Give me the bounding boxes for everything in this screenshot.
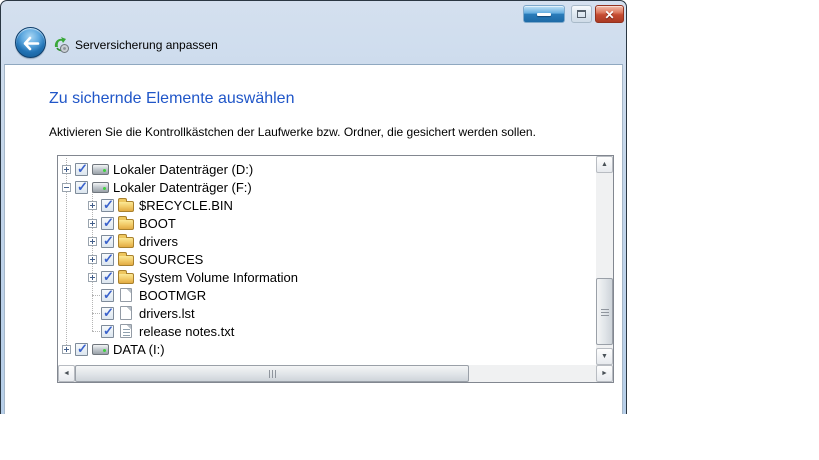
tree-item-label: BOOTMGR [139, 287, 207, 303]
tree-row[interactable]: drivers.lst [58, 304, 578, 322]
tree-row[interactable]: BOOTMGR [58, 286, 578, 304]
tree-row[interactable]: release notes.txt [58, 322, 578, 340]
tree-row[interactable]: drivers [58, 232, 578, 250]
wizard-page: Zu sichernde Elemente auswählen Aktivier… [4, 64, 623, 414]
close-icon: ✕ [604, 8, 615, 22]
tree-row[interactable]: SOURCES [58, 250, 578, 268]
checkbox-checked[interactable] [101, 197, 114, 213]
restore-button[interactable] [571, 5, 592, 23]
arrow-up-icon: ▲ [601, 161, 608, 168]
server-backup-app-icon [54, 37, 69, 53]
folder-icon [118, 216, 134, 230]
expand-plus-icon[interactable] [88, 236, 97, 246]
checkbox-checked[interactable] [101, 323, 114, 339]
page-title: Zu sichernde Elemente auswählen [49, 90, 295, 107]
collapse-minus-icon[interactable] [62, 182, 71, 192]
scroll-right-button[interactable]: ► [596, 365, 613, 382]
horizontal-scrollbar[interactable]: ◄ ► [58, 365, 613, 382]
horizontal-scrollbar-thumb[interactable] [75, 365, 469, 382]
file-icon [120, 306, 132, 320]
tree-item-label: release notes.txt [139, 323, 235, 339]
file-icon [120, 288, 132, 302]
tree-item-label: Lokaler Datenträger (F:) [113, 179, 252, 195]
arrow-right-icon: ► [601, 370, 608, 377]
back-button[interactable] [15, 27, 46, 58]
tree-item-label: DATA (I:) [113, 341, 165, 357]
expand-plus-icon[interactable] [88, 200, 97, 210]
backup-items-tree[interactable]: Lokaler Datenträger (D:) Lokaler Datentr… [57, 155, 614, 383]
tree-item-label: System Volume Information [139, 269, 298, 285]
tree-item-label: Lokaler Datenträger (D:) [113, 161, 254, 177]
tree-row[interactable]: DATA (I:) [58, 340, 578, 358]
tree-row[interactable]: System Volume Information [58, 268, 578, 286]
tree-row[interactable]: BOOT [58, 214, 578, 232]
folder-icon [118, 198, 134, 212]
checkbox-checked[interactable] [101, 305, 114, 321]
wizard-title: Serversicherung anpassen [75, 38, 218, 52]
vertical-scrollbar[interactable]: ▲ ▼ [596, 156, 613, 365]
wizard-window: ✕ Serversicherung anpassen Zu sichernde … [0, 0, 627, 414]
minimize-button[interactable] [523, 5, 565, 23]
back-arrow-icon [23, 36, 40, 51]
file-text-icon [120, 324, 132, 338]
checkbox-checked[interactable] [101, 269, 114, 285]
checkbox-checked[interactable] [101, 287, 114, 303]
expand-plus-icon[interactable] [62, 164, 71, 174]
drive-icon [91, 181, 109, 193]
expand-plus-icon[interactable] [88, 272, 97, 282]
drive-icon [91, 163, 109, 175]
tree-row[interactable]: Lokaler Datenträger (F:) [58, 178, 578, 196]
page-instruction: Aktivieren Sie die Kontrollkästchen der … [49, 125, 536, 139]
folder-icon [118, 234, 134, 248]
folder-icon [118, 270, 134, 284]
checkbox-checked[interactable] [75, 161, 88, 177]
expand-plus-icon[interactable] [62, 344, 71, 354]
tree-item-label: SOURCES [139, 251, 204, 267]
checkbox-checked[interactable] [101, 215, 114, 231]
tree-item-label: BOOT [139, 215, 176, 231]
close-button[interactable]: ✕ [595, 5, 624, 23]
tree-row[interactable]: Lokaler Datenträger (D:) [58, 160, 578, 178]
checkbox-checked[interactable] [75, 341, 88, 357]
tree-item-label: $RECYCLE.BIN [139, 197, 233, 213]
arrow-left-icon: ◄ [63, 370, 70, 377]
checkbox-checked[interactable] [101, 233, 114, 249]
scroll-down-button[interactable]: ▼ [596, 348, 613, 365]
folder-icon [118, 252, 134, 266]
arrow-down-icon: ▼ [601, 353, 608, 360]
vertical-scrollbar-thumb[interactable] [596, 278, 613, 345]
drive-icon [91, 343, 109, 355]
screen: ✕ Serversicherung anpassen Zu sichernde … [0, 0, 819, 460]
tree-row[interactable]: $RECYCLE.BIN [58, 196, 578, 214]
checkbox-checked[interactable] [75, 179, 88, 195]
minimize-icon [537, 13, 551, 16]
scroll-left-button[interactable]: ◄ [58, 365, 75, 382]
expand-plus-icon[interactable] [88, 218, 97, 228]
scroll-up-button[interactable]: ▲ [596, 156, 613, 173]
tree-item-label: drivers [139, 233, 179, 249]
expand-plus-icon[interactable] [88, 254, 97, 264]
checkbox-checked[interactable] [101, 251, 114, 267]
tree-item-label: drivers.lst [139, 305, 195, 321]
restore-icon [576, 10, 586, 18]
